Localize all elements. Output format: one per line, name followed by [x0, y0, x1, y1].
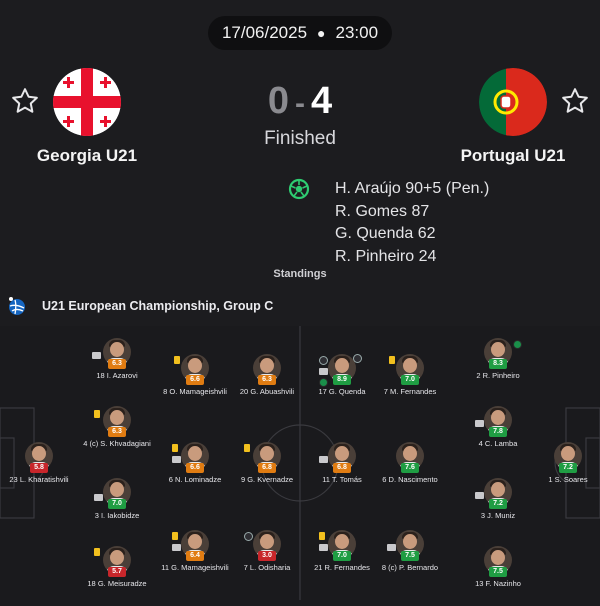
georgia-flag-icon[interactable] [53, 68, 121, 136]
nationality-flag-icon [94, 494, 103, 501]
separator-dot: ● [317, 25, 326, 41]
player-rating-badge: 7.5 [489, 567, 507, 577]
home-score: 0 [267, 80, 289, 122]
player-rating-badge: 7.0 [401, 375, 419, 385]
yellow-card-icon [389, 356, 395, 364]
goal-ball-icon [244, 532, 253, 541]
scorer-item: G. Quenda 62 [335, 225, 436, 242]
player-card[interactable]: 7.0 7 M. Fernandes [365, 354, 455, 414]
player-rating-badge: 7.8 [489, 427, 507, 437]
portugal-flag-icon[interactable] [479, 68, 547, 136]
player-name: 18 G. Meisuradze [87, 579, 147, 588]
player-rating-badge: 7.6 [401, 463, 419, 473]
home-team-name[interactable]: Georgia U21 [17, 146, 157, 166]
nationality-flag-icon [319, 544, 328, 551]
nationality-flag-icon [475, 492, 484, 499]
nationality-flag-icon [172, 456, 181, 463]
player-rating-badge: 6.4 [186, 551, 204, 561]
away-score: 4 [311, 80, 333, 122]
player-rating-badge: 7.2 [489, 499, 507, 509]
player-rating-badge: 6.8 [333, 463, 351, 473]
player-rating-badge: 7.5 [401, 551, 419, 561]
goal-ball-icon [353, 354, 362, 363]
yellow-card-icon [319, 532, 325, 540]
match-status: Finished [264, 128, 336, 149]
player-card[interactable]: 7.6 6 D. Nascimento [365, 442, 455, 502]
away-scorers-list: H. Araújo 90+5 (Pen.) R. Gomes 87 G. Que… [335, 178, 489, 268]
scorer-item: R. Pinheiro 24 [335, 247, 437, 265]
player-name: 7 M. Fernandes [383, 387, 437, 396]
nationality-flag-icon [387, 544, 396, 551]
player-name: 2 R. Pinheiro [476, 371, 520, 380]
player-card[interactable]: 5.7 18 G. Meisuradze [72, 546, 162, 606]
player-name: 18 I. Azarovi [96, 371, 138, 380]
scorer-item: H. Araújo 90+5 (Pen.) [335, 180, 490, 197]
player-rating-badge: 6.6 [186, 463, 204, 473]
player-name: 4 (c) S. Khvadagiani [83, 439, 151, 448]
match-time: 23:00 [335, 23, 379, 42]
substitution-icon [513, 340, 522, 349]
player-name: 13 F. Nazinho [475, 579, 521, 588]
player-rating-badge: 8.9 [333, 375, 351, 385]
yellow-card-icon [94, 410, 100, 418]
yellow-card-icon [174, 356, 180, 364]
yellow-card-icon [244, 444, 250, 452]
player-name: 3 J. Muniz [480, 511, 516, 520]
player-card[interactable]: 6.3 18 I. Azarovi [72, 338, 162, 398]
player-name: 6 D. Nascimento [382, 475, 438, 484]
player-rating-badge: 6.3 [108, 359, 126, 369]
goal-ball-icon [319, 356, 328, 365]
player-rating-badge: 5.8 [30, 463, 48, 473]
player-rating-badge: 5.7 [108, 567, 126, 577]
away-team-name[interactable]: Portugal U21 [443, 146, 583, 166]
standings-link[interactable]: Standings [260, 268, 340, 280]
score-separator: - [295, 87, 305, 120]
player-card[interactable]: 6.3 4 (c) S. Khvadagiani [72, 406, 162, 466]
player-card[interactable]: 7.5 8 (c) P. Bernardo [365, 530, 455, 590]
match-date: 17/06/2025 [221, 23, 308, 42]
scorer-item: R. Gomes 87 [335, 202, 430, 220]
player-rating-badge: 6.3 [258, 375, 276, 385]
uefa-competition-icon [9, 297, 25, 315]
nationality-flag-icon [172, 544, 181, 551]
player-rating-badge: 3.0 [258, 551, 276, 561]
scoreline: 0-4 [250, 80, 350, 123]
player-name: 3 I. Iakobidze [94, 511, 140, 520]
yellow-card-icon [94, 548, 100, 556]
player-rating-badge: 7.0 [108, 499, 126, 509]
favorite-away-star-icon[interactable] [560, 86, 590, 116]
match-datetime: 17/06/2025 ● 23:00 [208, 16, 392, 50]
nationality-flag-icon [319, 456, 328, 463]
player-card[interactable]: 8.3 2 R. Pinheiro [453, 338, 543, 398]
nationality-flag-icon [475, 420, 484, 427]
yellow-card-icon [172, 532, 178, 540]
favorite-home-star-icon[interactable] [10, 86, 40, 116]
goal-ball-icon [288, 178, 310, 200]
competition-name: U21 European Championship, Group C [42, 299, 274, 313]
lineup-pitch: 6.3 18 I. Azarovi 6.6 8 O. Mamageishvili 6.3… [0, 326, 600, 600]
player-name: 8 (c) P. Bernardo [381, 563, 439, 572]
player-rating-badge: 7.0 [333, 551, 351, 561]
yellow-card-icon [172, 444, 178, 452]
competition-row[interactable]: U21 European Championship, Group C [0, 292, 600, 322]
player-card[interactable]: 7.0 3 I. Iakobidze [72, 478, 162, 538]
nationality-flag-icon [319, 368, 328, 375]
player-card[interactable]: 7.5 13 F. Nazinho [453, 546, 543, 606]
player-rating-badge: 6.6 [186, 375, 204, 385]
nationality-flag-icon [92, 352, 101, 359]
substitution-icon [319, 378, 328, 387]
player-rating-badge: 7.2 [559, 463, 577, 473]
player-rating-badge: 8.3 [489, 359, 507, 369]
player-rating-badge: 6.3 [108, 427, 126, 437]
player-rating-badge: 6.8 [258, 463, 276, 473]
player-card[interactable]: 7.2 3 J. Muniz [453, 478, 543, 538]
